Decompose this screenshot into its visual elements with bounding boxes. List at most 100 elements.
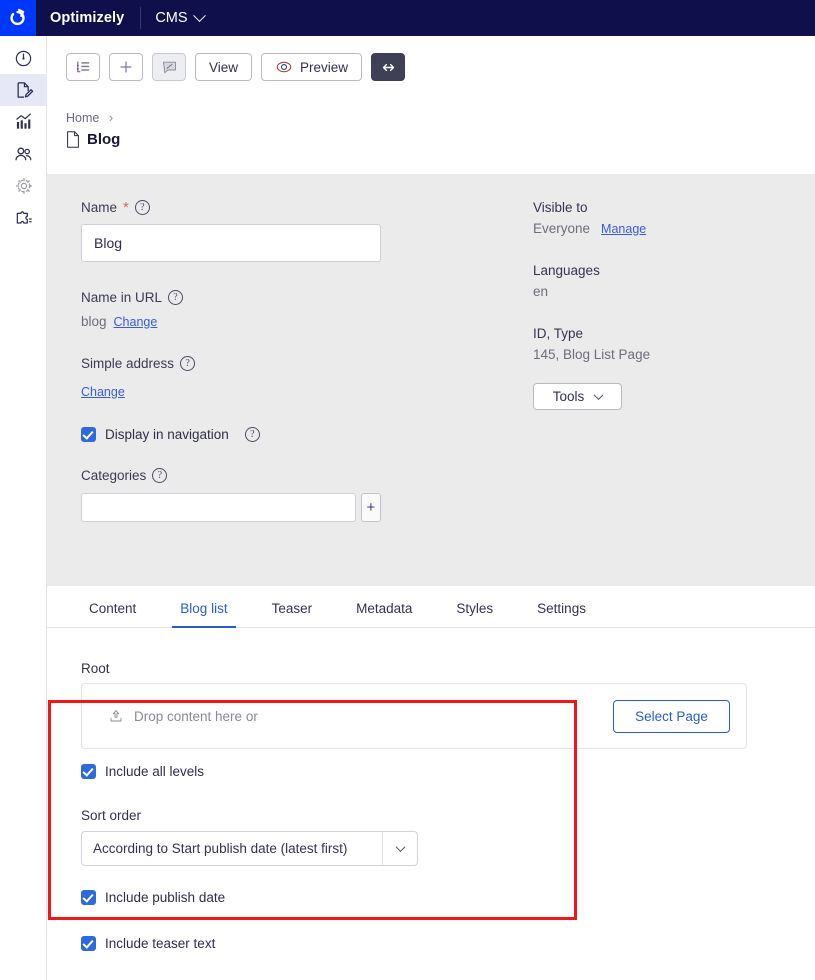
display-in-navigation-row[interactable]: Display in navigation ? — [81, 427, 381, 442]
tab-teaser[interactable]: Teaser — [250, 601, 335, 627]
tab-metadata-label: Metadata — [356, 601, 413, 616]
visible-to-value: Everyone — [533, 221, 591, 236]
include-publish-date-checkbox[interactable] — [81, 890, 96, 905]
eye-icon — [276, 61, 292, 73]
top-navigation-bar: Optimizely CMS — [0, 0, 815, 36]
simple-address-label-text: Simple address — [81, 356, 175, 371]
product-menu-cms[interactable]: CMS — [141, 8, 215, 26]
sidebar-item-dashboard[interactable] — [0, 42, 47, 74]
include-teaser-text-label: Include teaser text — [105, 936, 216, 951]
page-edit-icon — [17, 82, 33, 98]
chevron-down-icon — [192, 8, 206, 22]
breadcrumb: Home › — [66, 110, 113, 125]
visible-to-manage-link[interactable]: Manage — [601, 222, 646, 236]
tools-dropdown-button[interactable]: Tools — [533, 383, 622, 410]
id-type-value: 145, Blog List Page — [533, 347, 651, 362]
sort-order-label: Sort order — [81, 808, 142, 823]
include-publish-date-label: Include publish date — [105, 890, 226, 905]
cms-edit-screen: Optimizely CMS View Preview Home › Blog … — [0, 0, 815, 980]
sidebar-item-edit[interactable] — [0, 74, 47, 106]
tab-settings-label: Settings — [537, 601, 586, 616]
analytics-chart-icon — [15, 113, 31, 129]
name-input[interactable]: Blog — [81, 224, 381, 262]
simple-address-change-link[interactable]: Change — [81, 385, 125, 399]
tab-teaser-label: Teaser — [271, 601, 313, 616]
page-title: Blog — [66, 131, 120, 148]
display-in-navigation-label: Display in navigation — [105, 427, 229, 442]
view-button-label: View — [209, 59, 239, 75]
preview-button[interactable]: Preview — [261, 53, 363, 81]
brand-label: Optimizely — [50, 10, 125, 26]
include-publish-date-row[interactable]: Include publish date — [81, 890, 225, 905]
tab-blog-list-label: Blog list — [180, 601, 228, 616]
sidebar-item-visitors[interactable] — [0, 138, 47, 170]
root-content-area: Drop content here or Select Page — [81, 683, 747, 749]
tab-metadata[interactable]: Metadata — [334, 601, 434, 627]
question-mark-icon[interactable]: ? — [134, 200, 150, 215]
sidebar-item-addons[interactable] — [0, 202, 47, 234]
chevron-down-icon — [593, 390, 604, 401]
dashboard-gauge-icon — [15, 50, 32, 66]
preview-button-label: Preview — [300, 59, 349, 75]
optimizely-logo-icon[interactable] — [0, 0, 36, 36]
include-all-levels-row[interactable]: Include all levels — [81, 764, 204, 779]
categories-input[interactable] — [81, 493, 356, 522]
sidebar-item-analytics[interactable] — [0, 106, 47, 138]
editor-toolbar: View Preview — [47, 36, 815, 98]
include-teaser-text-row[interactable]: Include teaser text — [81, 936, 215, 951]
root-label: Root — [81, 661, 110, 676]
display-in-navigation-checkbox[interactable] — [81, 427, 96, 442]
question-mark-icon[interactable]: ? — [244, 427, 260, 442]
id-type-label: ID, Type — [533, 326, 584, 341]
global-navigation-rail — [0, 36, 47, 980]
include-teaser-text-checkbox[interactable] — [81, 936, 96, 951]
question-mark-icon[interactable]: ? — [168, 290, 184, 305]
page-properties-panel: Name * ? Blog Name in URL ? blog Change … — [47, 174, 815, 586]
languages-label: Languages — [533, 263, 600, 278]
name-in-url-label-text: Name in URL — [81, 290, 163, 305]
users-icon — [15, 147, 32, 160]
include-all-levels-label: Include all levels — [105, 764, 205, 779]
select-page-button[interactable]: Select Page — [613, 699, 730, 733]
tab-content[interactable]: Content — [67, 601, 158, 627]
sort-order-value: According to Start publish date (latest … — [93, 841, 348, 856]
chevron-down-icon[interactable] — [382, 832, 417, 865]
breadcrumb-separator-icon: › — [108, 110, 114, 125]
sort-order-select[interactable]: According to Start publish date (latest … — [81, 831, 418, 866]
root-dropzone[interactable]: Drop content here or — [82, 708, 258, 724]
name-in-url-label: Name in URL ? — [81, 290, 381, 305]
view-button[interactable]: View — [195, 53, 253, 81]
tab-styles[interactable]: Styles — [434, 601, 515, 627]
sidebar-item-settings[interactable] — [0, 170, 47, 202]
name-label-text: Name — [81, 200, 118, 215]
tab-styles-label: Styles — [456, 601, 494, 616]
name-in-url-value: blog — [81, 314, 107, 329]
puzzle-piece-icon — [16, 211, 32, 224]
simple-address-label: Simple address ? — [81, 356, 381, 371]
name-field-label: Name * ? — [81, 200, 381, 215]
question-mark-icon[interactable]: ? — [180, 356, 196, 371]
product-menu-label: CMS — [155, 10, 188, 26]
required-marker: * — [123, 199, 129, 216]
tab-settings[interactable]: Settings — [515, 601, 608, 627]
plus-icon — [120, 61, 132, 73]
add-content-button[interactable] — [109, 53, 143, 81]
select-page-label: Select Page — [635, 708, 708, 724]
upload-icon — [110, 710, 122, 722]
name-in-url-change-link[interactable]: Change — [114, 315, 158, 329]
gear-icon — [15, 178, 32, 194]
tree-list-icon — [76, 60, 89, 72]
add-category-button[interactable]: + — [360, 493, 381, 522]
tab-blog-list[interactable]: Blog list — [158, 601, 249, 628]
include-all-levels-checkbox[interactable] — [81, 764, 96, 779]
resize-panel-button[interactable] — [371, 53, 406, 81]
tools-button-label: Tools — [552, 389, 585, 404]
visible-to-label: Visible to — [533, 200, 588, 215]
tree-toggle-button[interactable] — [66, 53, 100, 81]
annotate-button[interactable] — [152, 53, 186, 81]
tab-content-label: Content — [89, 601, 137, 616]
dropzone-text: Drop content here or — [134, 708, 258, 724]
blog-list-settings-pane: Root Drop content here or Select Page In… — [47, 628, 815, 980]
question-mark-icon[interactable]: ? — [152, 468, 168, 483]
breadcrumb-home[interactable]: Home — [66, 111, 99, 125]
